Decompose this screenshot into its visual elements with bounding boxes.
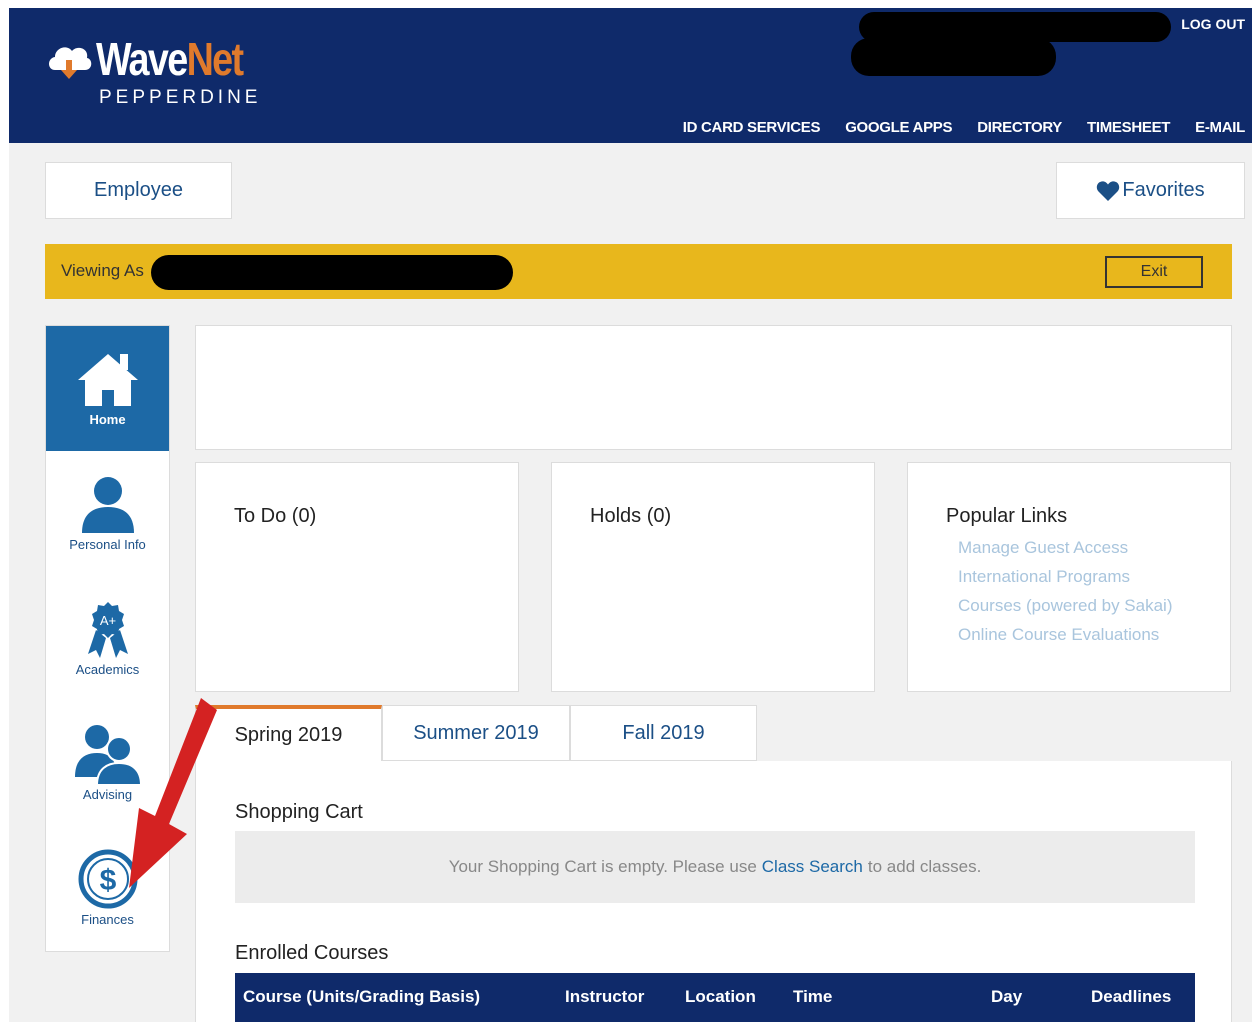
holds-card: Holds (0) [551,462,875,692]
popular-links-card: Popular Links Manage Guest Access Intern… [907,462,1231,692]
todo-title[interactable]: To Do (0) [234,505,316,528]
nav-directory[interactable]: DIRECTORY [977,119,1062,136]
page-frame: WaveNet PEPPERDINE LOG OUT ID CARD SERVI… [9,8,1252,1022]
column-header[interactable]: Deadlines [1091,987,1171,1007]
heart-icon [1097,180,1120,201]
logo-subtitle: PEPPERDINE [99,87,262,108]
redaction-mark [851,38,1056,76]
award-ribbon-icon: A+ [87,602,128,658]
tab-fall-2019[interactable]: Fall 2019 [570,705,757,761]
home-icon [77,354,138,406]
viewing-as-bar: Viewing As Exit [45,244,1232,299]
column-header[interactable]: Day [991,987,1022,1007]
todo-card: To Do (0) [195,462,519,692]
nav-email[interactable]: E-MAIL [1195,119,1245,136]
cart-message-text: to add classes. [867,857,982,876]
site-header: WaveNet PEPPERDINE LOG OUT ID CARD SERVI… [9,8,1252,143]
shopping-cart-message: Your Shopping Cart is empty. Please use … [235,831,1195,903]
favorites-button[interactable]: Favorites [1056,162,1245,219]
column-header[interactable]: Course (Units/Grading Basis) [243,987,480,1007]
cloud-download-icon [49,47,92,79]
enrolled-courses-title: Enrolled Courses [235,942,389,964]
sidebar-item-personal-info[interactable]: Personal Info [46,451,169,576]
logout-link[interactable]: LOG OUT [1181,16,1245,32]
popular-link[interactable]: Online Course Evaluations [958,620,1172,649]
sidebar-item-label: Academics [75,662,140,677]
announcement-banner [195,325,1232,450]
nav-timesheet[interactable]: TIMESHEET [1087,119,1170,136]
nav-id-card-services[interactable]: ID CARD SERVICES [683,119,821,136]
top-nav: ID CARD SERVICES GOOGLE APPS DIRECTORY T… [683,119,1246,136]
viewing-as-label: Viewing As [61,261,144,280]
popular-link[interactable]: Courses (powered by Sakai) [958,591,1172,620]
class-search-link[interactable]: Class Search [762,857,863,877]
person-icon [81,477,134,533]
column-header[interactable]: Instructor [565,987,644,1007]
exit-button[interactable]: Exit [1105,256,1203,288]
column-header[interactable]: Location [685,987,756,1007]
sidebar-item-academics[interactable]: A+ Academics [46,576,169,701]
logo-wave-text: Wave [96,33,188,85]
term-tabs: Spring 2019 Summer 2019 Fall 2019 [195,705,757,761]
sidebar-item-label: Home [89,412,126,427]
favorites-label: Favorites [1122,179,1205,201]
role-tab-employee[interactable]: Employee [45,162,232,219]
cart-message-text: Your Shopping Cart is empty. Please use [448,857,757,876]
column-header[interactable]: Time [793,987,832,1007]
logo-net-text: Net [186,33,245,85]
term-panel: Shopping Cart Your Shopping Cart is empt… [195,761,1232,1022]
redaction-mark [151,255,513,290]
enrolled-courses-header: Course (Units/Grading Basis) Instructor … [235,973,1195,1022]
sidebar-item-label: Personal Info [69,537,146,552]
annotation-arrow [129,698,217,888]
popular-links-list: Manage Guest Access International Progra… [958,533,1172,649]
nav-google-apps[interactable]: GOOGLE APPS [845,119,952,136]
svg-text:A+: A+ [99,613,115,628]
sidebar-item-label: Finances [81,912,134,927]
logo-wordmark[interactable]: WaveNet [96,33,245,85]
popular-links-title: Popular Links [946,505,1068,527]
holds-title[interactable]: Holds (0) [590,505,671,528]
tab-summer-2019[interactable]: Summer 2019 [382,705,570,761]
popular-link[interactable]: International Programs [958,562,1172,591]
popular-link[interactable]: Manage Guest Access [958,533,1172,562]
sidebar-item-home[interactable]: Home [46,326,169,451]
